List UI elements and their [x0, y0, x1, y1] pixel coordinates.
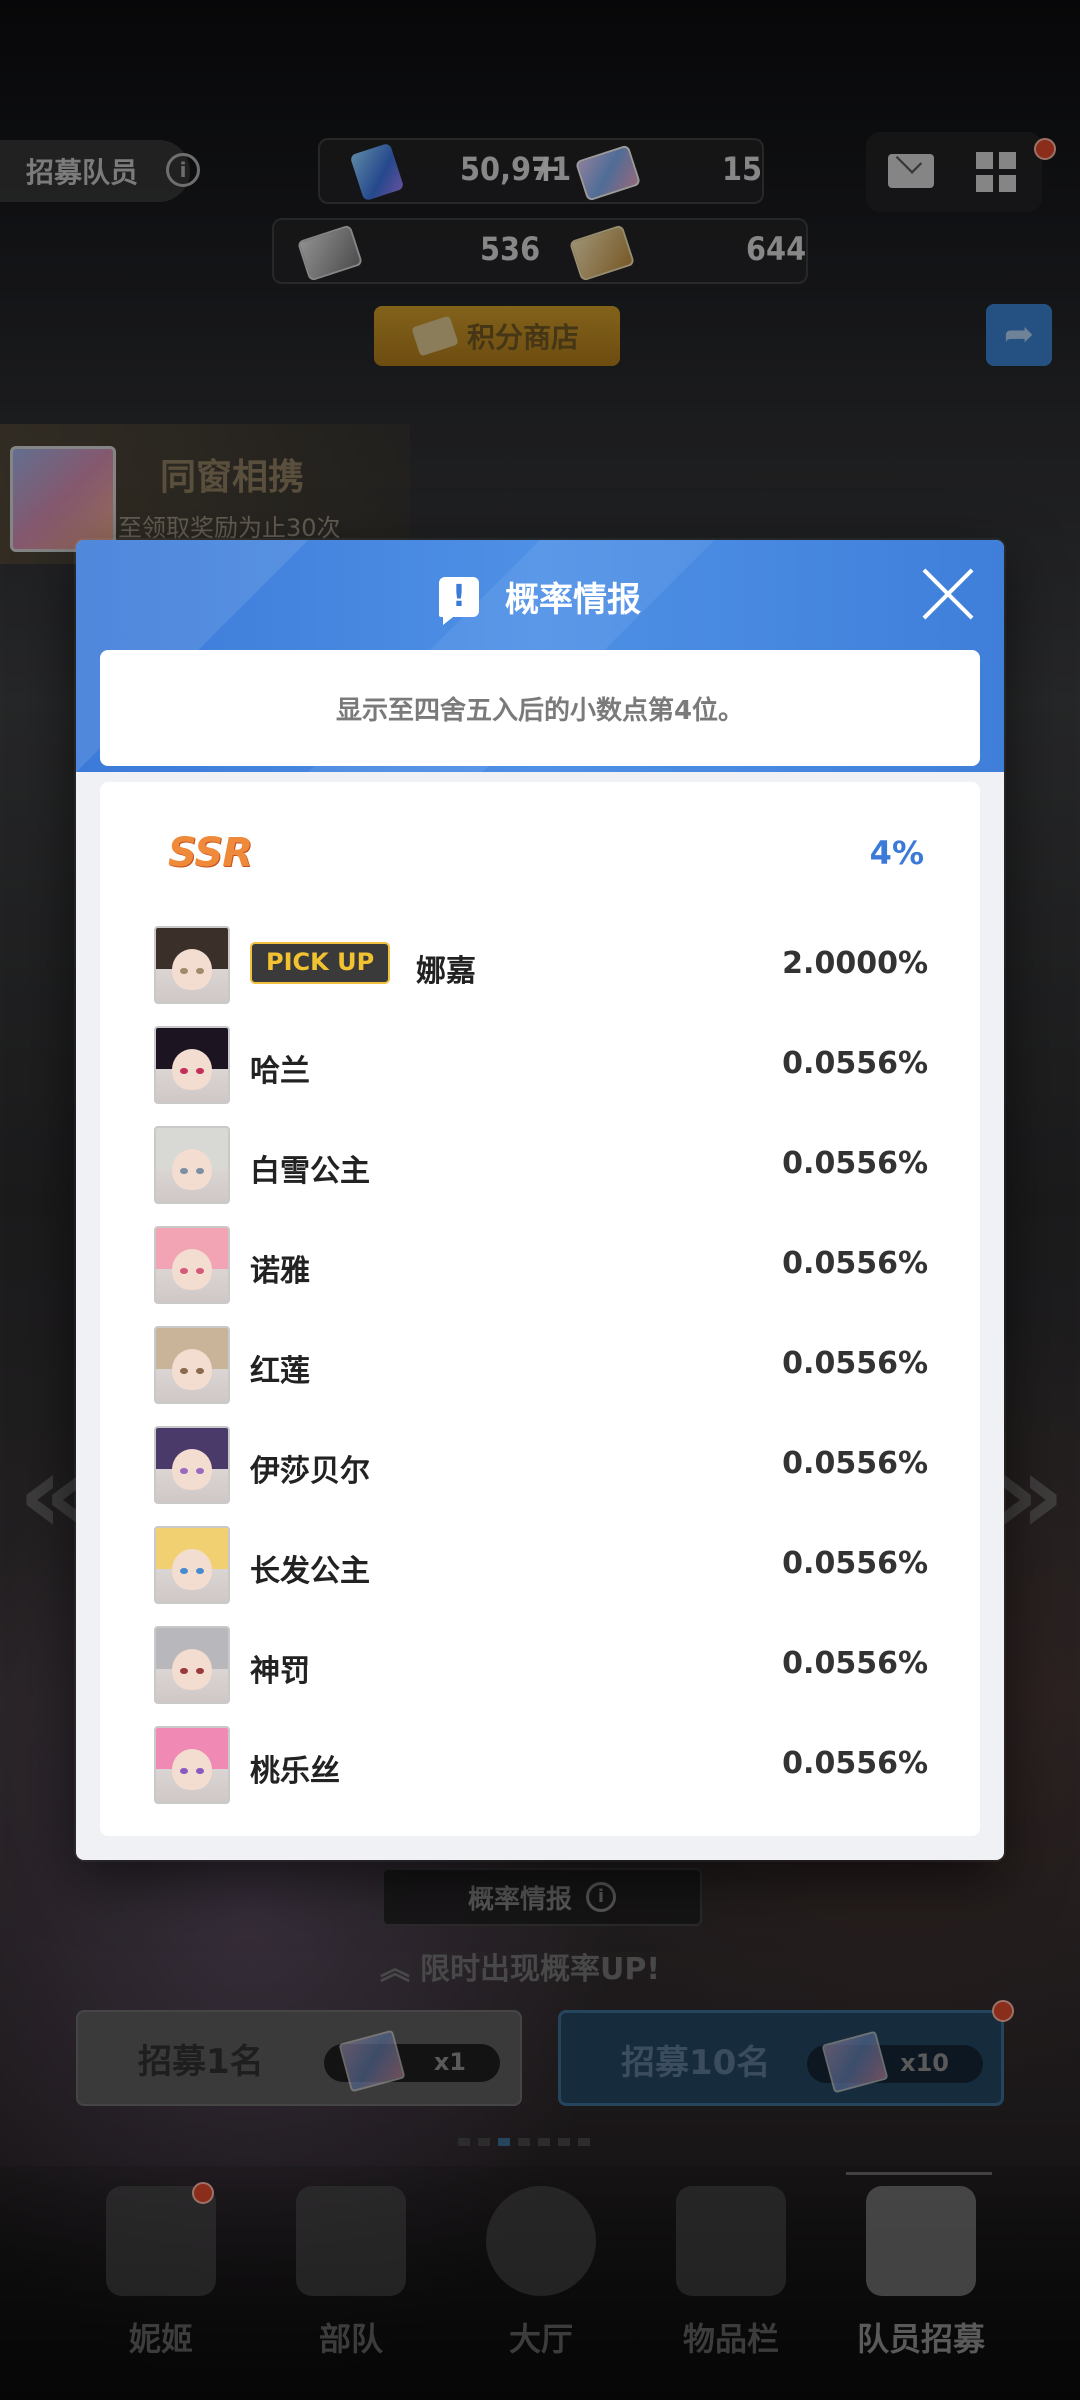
character-avatar: [154, 926, 230, 1004]
character-avatar: [154, 1026, 230, 1104]
tier-rate: 4%: [869, 834, 924, 872]
character-avatar: [154, 1626, 230, 1704]
character-row: 伊莎贝尔 0.0556%: [100, 1426, 980, 1526]
character-rate: 0.0556%: [782, 1546, 928, 1581]
character-rate: 2.0000%: [782, 946, 928, 981]
character-rate: 0.0556%: [782, 1046, 928, 1081]
character-name: 长发公主: [250, 1554, 370, 1589]
probability-list[interactable]: SSR 4% PICK UP 娜嘉 2.0000% 哈兰 0.0556% 白雪公主 0.05…: [100, 782, 980, 1836]
ssr-badge: SSR: [168, 830, 253, 876]
character-row: 红莲 0.0556%: [100, 1326, 980, 1426]
character-avatar: [154, 1526, 230, 1604]
character-name: 哈兰: [250, 1054, 310, 1089]
close-button[interactable]: [918, 564, 978, 624]
character-name: 娜嘉: [416, 954, 476, 989]
character-name: 红莲: [250, 1354, 310, 1389]
character-name: 诺雅: [250, 1254, 310, 1289]
character-rate: 0.0556%: [782, 1146, 928, 1181]
character-rate: 0.0556%: [782, 1346, 928, 1381]
character-avatar: [154, 1226, 230, 1304]
character-avatar: [154, 1126, 230, 1204]
character-name: 伊莎贝尔: [250, 1454, 370, 1489]
character-rate: 0.0556%: [782, 1246, 928, 1281]
character-row: 白雪公主 0.0556%: [100, 1126, 980, 1226]
character-row: 诺雅 0.0556%: [100, 1226, 980, 1326]
character-row: PICK UP 娜嘉 2.0000%: [100, 926, 980, 1026]
tier-header: SSR 4%: [100, 826, 980, 886]
character-avatar: [154, 1726, 230, 1804]
character-row: 神罚 0.0556%: [100, 1626, 980, 1726]
character-name: 白雪公主: [250, 1154, 370, 1189]
pickup-badge: PICK UP: [250, 942, 391, 984]
character-rate: 0.0556%: [782, 1446, 928, 1481]
dialog-title-row: ! 概率情报: [76, 572, 1004, 625]
character-row: 长发公主 0.0556%: [100, 1526, 980, 1626]
character-name: 桃乐丝: [250, 1754, 340, 1789]
character-avatar: [154, 1426, 230, 1504]
rounding-notice: 显示至四舍五入后的小数点第4位。: [100, 650, 980, 766]
character-row: 桃乐丝 0.0556%: [100, 1726, 980, 1826]
character-row: 哈兰 0.0556%: [100, 1026, 980, 1126]
character-rate: 0.0556%: [782, 1746, 928, 1781]
dialog-title: 概率情报: [505, 580, 641, 620]
character-name: 神罚: [250, 1654, 310, 1689]
alert-icon: !: [439, 576, 479, 625]
character-rate: 0.0556%: [782, 1646, 928, 1681]
probability-info-dialog: ! 概率情报 显示至四舍五入后的小数点第4位。 SSR 4% PICK UP 娜嘉…: [76, 540, 1004, 1860]
character-avatar: [154, 1326, 230, 1404]
